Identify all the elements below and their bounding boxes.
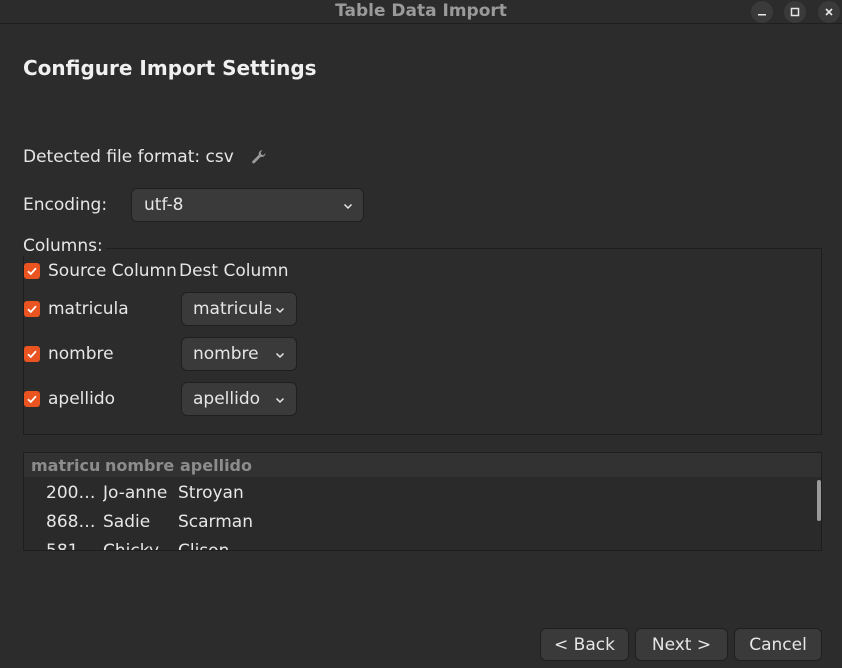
dest-column-select[interactable]: nombre [181, 337, 297, 371]
file-format-label: Detected file format: csv [23, 147, 234, 167]
preview-table[interactable]: matricul nombre apellido 200… Jo-anne St… [23, 452, 822, 551]
table-cell: Stroyan [178, 483, 244, 503]
dest-column-value: nombre [193, 344, 259, 364]
table-cell: Jo-anne [103, 483, 168, 503]
dest-column-select[interactable]: apellido [181, 382, 297, 416]
column-checkbox-matricula[interactable] [24, 301, 40, 317]
vertical-scrollbar[interactable] [817, 480, 821, 521]
encoding-row: Encoding: [23, 195, 107, 215]
dest-column-value: matricula [193, 299, 271, 319]
table-cell: 581… [46, 541, 96, 551]
select-all-checkbox[interactable] [24, 263, 40, 279]
column-header[interactable]: nombre [105, 456, 174, 475]
table-cell: Chicky [103, 541, 160, 551]
chevron-down-icon [343, 203, 353, 210]
dest-column-value: apellido [193, 389, 261, 409]
table-cell: 200… [46, 483, 96, 503]
encoding-select[interactable]: utf-8 [131, 188, 364, 222]
encoding-label: Encoding: [23, 195, 108, 215]
checkmark-icon [27, 305, 37, 314]
column-header[interactable]: matricul [31, 456, 101, 475]
cancel-button[interactable]: Cancel [734, 628, 822, 661]
column-checkbox-nombre[interactable] [24, 346, 40, 362]
page-title: Configure Import Settings [23, 56, 317, 80]
dest-column-header: Dest Column [179, 261, 289, 281]
encoding-value: utf-8 [144, 195, 184, 215]
minimize-icon [758, 14, 766, 16]
chevron-down-icon [275, 397, 285, 404]
checkmark-icon [27, 267, 37, 276]
dest-column-select[interactable]: matricula [181, 292, 297, 326]
next-button[interactable]: Next > [635, 628, 728, 661]
columns-label: Columns: [23, 236, 106, 256]
table-cell: 868… [46, 512, 96, 532]
table-cell: Scarman [178, 512, 253, 532]
close-button[interactable] [818, 1, 840, 23]
source-column-label: matricula [48, 299, 129, 319]
source-column-label: apellido [48, 389, 116, 409]
source-column-label: nombre [48, 344, 114, 364]
maximize-button[interactable] [784, 1, 806, 23]
checkmark-icon [27, 395, 37, 404]
close-icon [825, 8, 833, 16]
table-cell: Clison [178, 541, 230, 551]
checkmark-icon [27, 350, 37, 359]
title-bar: Table Data Import [0, 0, 842, 24]
table-header: matricul nombre apellido [24, 453, 821, 477]
column-header[interactable]: apellido [180, 456, 252, 475]
window-title: Table Data Import [335, 1, 507, 21]
chevron-down-icon [275, 307, 285, 314]
column-checkbox-apellido[interactable] [24, 391, 40, 407]
table-cell: Sadie [103, 512, 151, 532]
back-button[interactable]: < Back [540, 628, 629, 661]
file-format-row: Detected file format: csv [23, 147, 268, 167]
wrench-icon[interactable] [250, 148, 268, 166]
maximize-icon [790, 7, 800, 17]
source-column-header: Source Column [48, 261, 177, 281]
minimize-button[interactable] [751, 1, 773, 23]
chevron-down-icon [275, 352, 285, 359]
